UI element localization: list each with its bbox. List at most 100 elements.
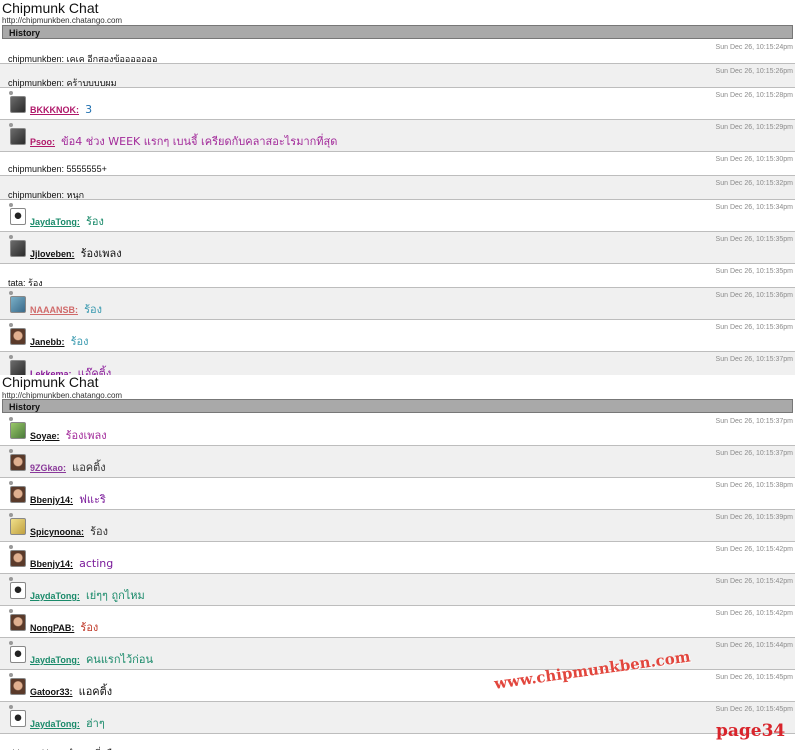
message-line: NAAANSB: ร้อง — [30, 298, 102, 318]
message-row: Sun Dec 26, 10:15:39pm Spicynoona: ร้อง — [0, 510, 795, 542]
message-row: Sun Dec 26, 10:15:37pm Lekkema: แอ๊คติ้ง — [0, 352, 795, 375]
username-link[interactable]: JaydaTong: — [30, 655, 80, 665]
message-timestamp: Sun Dec 26, 10:15:28pm — [715, 92, 793, 99]
avatar-face-icon[interactable] — [10, 328, 26, 345]
username-link[interactable]: Psoo: — [30, 137, 55, 147]
message-row: Sun Dec 26, 10:15:36pm Janebb: ร้อง — [0, 320, 795, 352]
status-dot-icon — [9, 355, 13, 359]
message-line: Gatoor33: แอคติ้ง — [30, 680, 112, 700]
message-timestamp: Sun Dec 26, 10:15:42pm — [715, 610, 793, 617]
status-dot-icon — [9, 449, 13, 453]
username-link[interactable]: JaydaTong: — [30, 719, 80, 729]
username-link[interactable]: Janebb: — [30, 337, 65, 347]
message-row: Sun Dec 26, 10:15:42pm JaydaTong: เย่ๆๆ ถ… — [0, 574, 795, 606]
message-text: ร้อง — [84, 303, 102, 316]
username-link[interactable]: NongPAB: — [30, 623, 74, 633]
username-link[interactable]: Spicynoona: — [30, 527, 84, 537]
message-text: 3 — [85, 103, 93, 116]
message-text: ร้องเพลง — [65, 429, 107, 442]
message-row: Sun Dec 26, 10:15:42pm NongPAB: ร้อง — [0, 606, 795, 638]
chat-url[interactable]: http://chipmunkben.chatango.com — [2, 16, 122, 25]
avatar-face-icon[interactable] — [10, 486, 26, 503]
message-list[interactable]: Sun Dec 26, 10:15:24pm chipmunkben: เคเค … — [0, 40, 795, 375]
message-line: Bbenjy14: acting — [30, 552, 113, 571]
app-title: Chipmunk Chat — [2, 0, 99, 16]
username-link[interactable]: Jjloveben: — [30, 249, 75, 259]
avatar-white-icon[interactable] — [10, 208, 26, 225]
history-header[interactable]: History — [2, 399, 793, 413]
message-text: ฮ่าๆ — [85, 717, 105, 730]
message-line: JaydaTong: เย่ๆๆ ถูกไหม — [30, 584, 145, 604]
message-timestamp: Sun Dec 26, 10:15:35pm — [715, 268, 793, 275]
message-timestamp: Sun Dec 26, 10:15:37pm — [715, 356, 793, 363]
chat-window-1: Chipmunk Chat http://chipmunkben.chatang… — [0, 0, 795, 375]
avatar-white-icon[interactable] — [10, 582, 26, 599]
username-link[interactable]: JaydaTong: — [30, 591, 80, 601]
message-text: chipmunkben: 5555555+ — [8, 164, 107, 174]
message-line: Bbenjy14: ฟแะริ — [30, 488, 106, 508]
status-dot-icon — [9, 705, 13, 709]
avatar-dark-icon[interactable] — [10, 128, 26, 145]
username-link[interactable]: 9ZGkao: — [30, 463, 66, 473]
message-timestamp: Sun Dec 26, 10:15:44pm — [715, 642, 793, 649]
message-line: NongPAB: ร้อง — [30, 616, 98, 636]
app-title: Chipmunk Chat — [2, 375, 99, 390]
message-row: Sun Dec 26, 10:15:45pm JaydaTong: ฮ่าๆ — [0, 702, 795, 734]
username-link[interactable]: Bbenjy14: — [30, 559, 73, 569]
avatar-white-icon[interactable] — [10, 710, 26, 727]
message-text: ร้อง — [90, 525, 108, 538]
username-link[interactable]: Bbenjy14: — [30, 495, 73, 505]
message-line: JaydaTong: ร้อง — [30, 210, 104, 230]
message-line: Psoo: ข้อ4 ช่วง WEEK แรกๆ เบนจี้ เครียดก… — [30, 130, 337, 150]
history-header[interactable]: History — [2, 25, 793, 39]
message-text: คนแรกไว้ก่อน — [85, 653, 153, 666]
chat-window-2: Chipmunk Chat http://chipmunkben.chatang… — [0, 375, 795, 750]
message-row: Sun Dec 26, 10:15:34pm JaydaTong: ร้อง — [0, 200, 795, 232]
avatar-white-icon[interactable] — [10, 646, 26, 663]
message-timestamp: Sun Dec 26, 10:15:29pm — [715, 124, 793, 131]
message-timestamp: Sun Dec 26, 10:15:32pm — [715, 180, 793, 187]
message-row: Sun Dec 26, 10:15:37pm Soyae: ร้องเพลง — [0, 414, 795, 446]
message-row: Sun Dec 26, 10:15:35pm Jjloveben: ร้องเพล… — [0, 232, 795, 264]
avatar-teal-icon[interactable] — [10, 296, 26, 313]
message-timestamp: Sun Dec 26, 10:15:36pm — [715, 324, 793, 331]
avatar-face-icon[interactable] — [10, 678, 26, 695]
message-text: ร้อง — [80, 621, 99, 634]
message-row: Sun Dec 26, 10:15:45pm Gatoor33: แอคติ้ง — [0, 670, 795, 702]
message-line: JaydaTong: คนแรกไว้ก่อน — [30, 648, 153, 668]
avatar-face-icon[interactable] — [10, 550, 26, 567]
message-text: แอ๊คติ้ง — [77, 367, 112, 375]
avatar-dark-icon[interactable] — [10, 240, 26, 257]
username-link[interactable]: NAAANSB: — [30, 305, 78, 315]
message-row: Sun Dec 26, 10:15:37pm 9ZGkao: แอคติ้ง — [0, 446, 795, 478]
avatar-dark-icon[interactable] — [10, 360, 26, 375]
message-line: Spicynoona: ร้อง — [30, 520, 108, 540]
message-text: ฟแะริ — [79, 493, 106, 506]
message-timestamp: Sun Dec 26, 10:15:42pm — [715, 578, 793, 585]
status-dot-icon — [9, 91, 13, 95]
avatar-dark-icon[interactable] — [10, 96, 26, 113]
message-timestamp: Sun Dec 26, 10:15:45pm — [715, 706, 793, 713]
message-row: Sun Dec 26, 10:15:24pm chipmunkben: เคเค … — [0, 40, 795, 64]
message-row: Sun Dec 26, 10:15:30pm chipmunkben: 55555… — [0, 152, 795, 176]
message-timestamp: Sun Dec 26, 10:15:37pm — [715, 418, 793, 425]
message-row: Sun Dec 26, 10:15:28pm BKKKNOK: 3 — [0, 88, 795, 120]
message-row: Sun Dec 26, 10:15:38pm Bbenjy14: ฟแะริ — [0, 478, 795, 510]
message-text: ร้องเพลง — [80, 247, 122, 260]
avatar-green-icon[interactable] — [10, 422, 26, 439]
message-line: Jjloveben: ร้องเพลง — [30, 242, 122, 262]
message-text: chipmunkben: คำตอบที่ถูคือออออออออออออออ… — [8, 746, 303, 750]
message-timestamp: Sun Dec 26, 10:15:38pm — [715, 482, 793, 489]
message-timestamp: Sun Dec 26, 10:15:24pm — [715, 44, 793, 51]
avatar-yellow-icon[interactable] — [10, 518, 26, 535]
username-link[interactable]: Gatoor33: — [30, 687, 73, 697]
avatar-face-icon[interactable] — [10, 454, 26, 471]
username-link[interactable]: JaydaTong: — [30, 217, 80, 227]
avatar-face-icon[interactable] — [10, 614, 26, 631]
username-link[interactable]: Soyae: — [30, 431, 60, 441]
message-text: ร้อง — [70, 335, 89, 348]
username-link[interactable]: BKKKNOK: — [30, 105, 79, 115]
status-dot-icon — [9, 545, 13, 549]
message-list[interactable]: Sun Dec 26, 10:15:37pm Soyae: ร้องเพลง Sun… — [0, 414, 795, 750]
message-row: Sun Dec 26, 10:15:32pm chipmunkben: หนุก — [0, 176, 795, 200]
